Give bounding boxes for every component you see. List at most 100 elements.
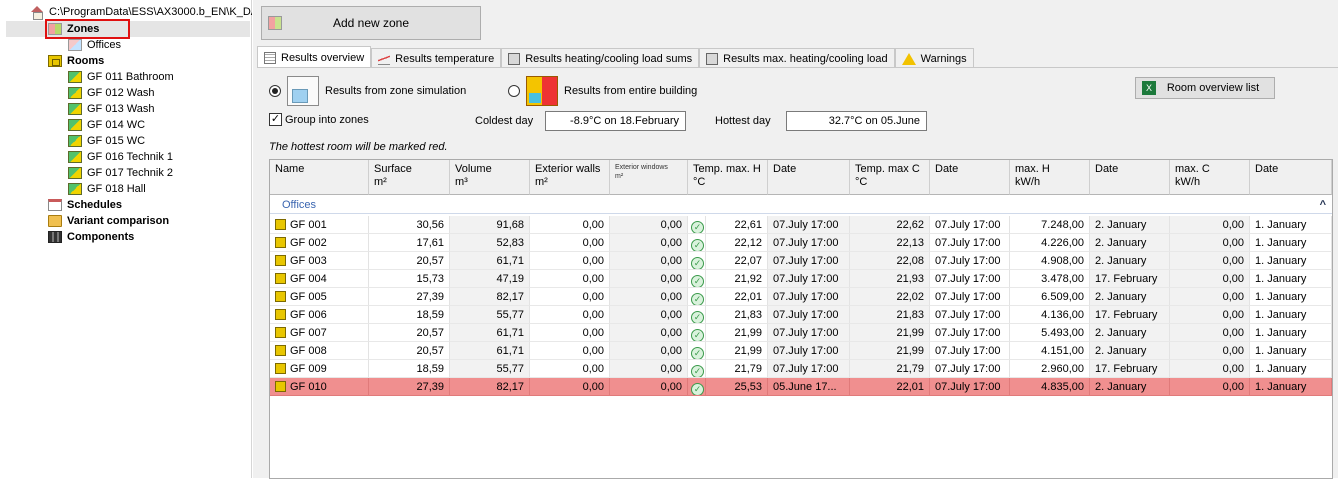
- table-row[interactable]: GF 001 30,56 91,68 0,00 0,00 22,61 07.July 17:…: [270, 216, 1332, 234]
- table-row[interactable]: GF 008 20,57 61,71 0,00 0,00 21,99 07.July 17:…: [270, 342, 1332, 360]
- column-header[interactable]: Surface m²: [369, 160, 450, 195]
- tree-item-offices[interactable]: Offices: [68, 37, 121, 53]
- cell-tmaxc: 21,79: [850, 360, 930, 378]
- table-row[interactable]: GF 004 15,73 47,19 0,00 0,00 21,92 07.July 17:…: [270, 270, 1332, 288]
- cell-value: 0,00: [1222, 381, 1244, 393]
- tab-results-max-heating-cooling-load[interactable]: Results max. heating/cooling load: [699, 48, 895, 68]
- column-header[interactable]: Temp. max C °C: [850, 160, 930, 195]
- table-row[interactable]: GF 010 27,39 82,17 0,00 0,00 25,53 05.June 17.…: [270, 378, 1332, 396]
- cell-surface: 27,39: [369, 288, 450, 306]
- cell-windows: 0,00: [610, 360, 688, 378]
- cell-value: 0,00: [1222, 327, 1244, 339]
- room-icon: [68, 167, 82, 179]
- cell-tmaxc: 22,62: [850, 216, 930, 234]
- column-header-unit: kW/h: [1175, 176, 1201, 188]
- tree-item-room[interactable]: GF 012 Wash: [68, 85, 154, 101]
- column-header[interactable]: Exterior walls m²: [530, 160, 610, 195]
- room-overview-list-button[interactable]: X Room overview list: [1135, 77, 1275, 99]
- tab-results-heating-cooling-load-sums[interactable]: Results heating/cooling load sums: [501, 48, 700, 68]
- column-header[interactable]: Date: [930, 160, 1010, 195]
- tree-item-room[interactable]: GF 018 Hall: [68, 181, 146, 197]
- cell-volume: 55,77: [450, 306, 530, 324]
- cell-volume: 91,68: [450, 216, 530, 234]
- tree-item-offices-label: Offices: [87, 39, 122, 51]
- cell-value: 61,71: [496, 345, 524, 357]
- column-header[interactable]: Temp. max. H °C: [688, 160, 768, 195]
- add-new-zone-button[interactable]: Add new zone: [261, 6, 481, 40]
- table-row[interactable]: GF 002 17,61 52,83 0,00 0,00 22,12 07.July 17:…: [270, 234, 1332, 252]
- tab-label: Results max. heating/cooling load: [723, 52, 888, 65]
- cell-tmaxh: 22,07: [706, 252, 768, 270]
- group-into-zones-checkbox[interactable]: ✓ Group into zones: [269, 113, 369, 126]
- group-row-offices[interactable]: Offices ^: [270, 196, 1332, 214]
- column-header[interactable]: Date: [1090, 160, 1170, 195]
- column-header[interactable]: Name: [270, 160, 369, 195]
- cell-volume: 82,17: [450, 378, 530, 396]
- table-row[interactable]: GF 007 20,57 61,71 0,00 0,00 21,99 07.July 17:…: [270, 324, 1332, 342]
- cell-value: GF 004: [290, 273, 327, 285]
- cell-date_h: 07.July 17:00: [768, 288, 850, 306]
- table-row[interactable]: GF 005 27,39 82,17 0,00 0,00 22,01 07.July 17:…: [270, 288, 1332, 306]
- column-header[interactable]: Date: [1250, 160, 1332, 195]
- check-circle-icon: ✓: [691, 383, 704, 395]
- tree-item-room-label: GF 017 Technik 2: [87, 167, 174, 179]
- column-header[interactable]: Volume m³: [450, 160, 530, 195]
- status-ok-cell: ✓: [688, 234, 706, 252]
- cell-walls: 0,00: [530, 360, 610, 378]
- cell-tmaxh: 21,99: [706, 342, 768, 360]
- cell-surface: 27,39: [369, 378, 450, 396]
- cell-date_mc: 1. January: [1250, 234, 1332, 252]
- zone-simulation-radio[interactable]: Results from zone simulation: [269, 76, 466, 106]
- tree-item-room[interactable]: GF 016 Technik 1: [68, 149, 173, 165]
- results-table[interactable]: Name Surface m² Volume m³ Exterior walls m² Ext…: [269, 159, 1333, 479]
- status-ok-cell: ✓: [688, 306, 706, 324]
- column-header[interactable]: max. HkW/h: [1010, 160, 1090, 195]
- column-header-unit: °C: [693, 176, 706, 188]
- entire-building-radio[interactable]: Results from entire building: [508, 76, 697, 106]
- column-header[interactable]: Exterior windows m²: [610, 160, 688, 195]
- tree-item-variant-comparison[interactable]: Variant comparison: [48, 213, 169, 229]
- tab-results-temperature[interactable]: Results temperature: [371, 48, 502, 68]
- cell-surface: 20,57: [369, 252, 450, 270]
- column-header[interactable]: Date: [768, 160, 850, 195]
- cell-date_c: 07.July 17:00: [930, 288, 1010, 306]
- tree-item-schedules[interactable]: Schedules: [48, 197, 122, 213]
- column-header[interactable]: max. CkW/h: [1170, 160, 1250, 195]
- tree-item-room[interactable]: GF 011 Bathroom: [68, 69, 174, 85]
- tree-item-room[interactable]: GF 015 WC: [68, 133, 145, 149]
- tree-item-zones[interactable]: Zones: [45, 19, 130, 39]
- table-row[interactable]: GF 009 18,59 55,77 0,00 0,00 21,79 07.July 17:…: [270, 360, 1332, 378]
- tree-item-room-label: GF 015 WC: [87, 135, 146, 147]
- cell-value: 2. January: [1095, 327, 1147, 339]
- hottest-day-field[interactable]: 32.7°C on 05.June: [786, 111, 927, 131]
- cell-date_mc: 1. January: [1250, 378, 1332, 396]
- tree-item-rooms-label: Rooms: [67, 55, 105, 67]
- results-tabs: Results overview Results temperature Resul…: [257, 46, 974, 68]
- chevron-up-icon[interactable]: ^: [1320, 196, 1326, 214]
- cell-name: GF 005: [270, 288, 369, 306]
- tree-item-room[interactable]: GF 014 WC: [68, 117, 145, 133]
- tab-warnings[interactable]: Warnings: [894, 48, 974, 68]
- cell-maxh: 3.478,00: [1010, 270, 1090, 288]
- check-circle-icon: ✓: [691, 275, 704, 287]
- tree-root-node[interactable]: C:\ProgramData\ESS\AX3000.b_EN\K_DAT: [30, 4, 252, 20]
- cell-date_mh: 2. January: [1090, 324, 1170, 342]
- tree-item-rooms[interactable]: Rooms: [48, 53, 104, 69]
- group-name: Offices: [282, 199, 317, 211]
- cell-windows: 0,00: [610, 342, 688, 360]
- tree-item-room[interactable]: GF 013 Wash: [68, 101, 154, 117]
- cell-value: 21,92: [734, 273, 762, 285]
- cell-value: 4.226,00: [1041, 237, 1084, 249]
- cell-value: 0,00: [582, 381, 604, 393]
- coldest-day-field[interactable]: -8.9°C on 18.February: [545, 111, 686, 131]
- tab-results-overview[interactable]: Results overview: [257, 46, 372, 68]
- tree-item-components[interactable]: Components: [48, 229, 134, 245]
- cell-date_mc: 1. January: [1250, 324, 1332, 342]
- cell-walls: 0,00: [530, 342, 610, 360]
- cell-volume: 52,83: [450, 234, 530, 252]
- table-row[interactable]: GF 006 18,59 55,77 0,00 0,00 21,83 07.July 17:…: [270, 306, 1332, 324]
- table-row[interactable]: GF 003 20,57 61,71 0,00 0,00 22,07 07.July 17:…: [270, 252, 1332, 270]
- tree-item-room[interactable]: GF 017 Technik 2: [68, 165, 173, 181]
- cell-value: 07.July 17:00: [935, 345, 1001, 357]
- navigation-tree[interactable]: C:\ProgramData\ESS\AX3000.b_EN\K_DAT Zon…: [0, 0, 252, 478]
